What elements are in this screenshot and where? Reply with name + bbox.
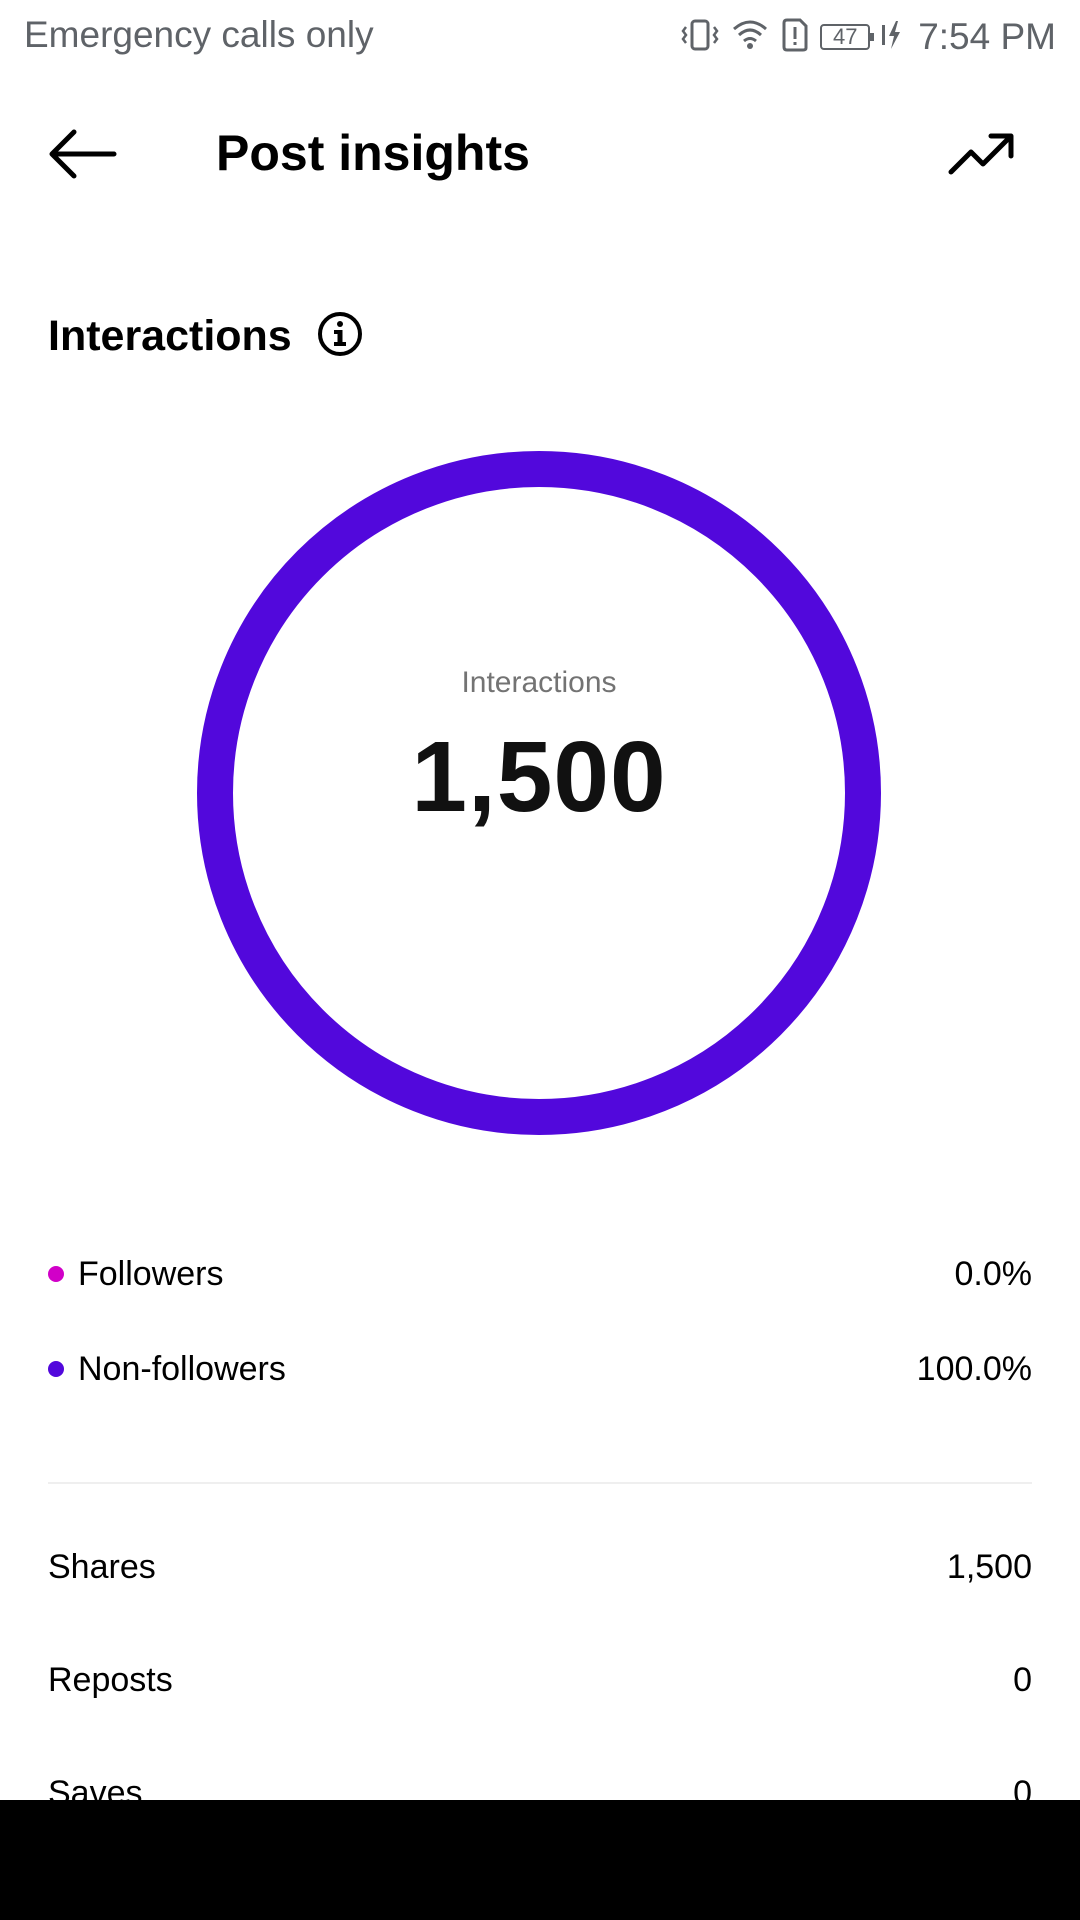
- system-navigation-bar: [0, 1800, 1080, 1920]
- back-button[interactable]: [44, 128, 120, 184]
- legend-label: Non-followers: [78, 1349, 286, 1388]
- legend-value: 0.0%: [954, 1254, 1033, 1293]
- donut-center: Interactions 1,500: [196, 450, 882, 1136]
- interactions-heading: Interactions: [48, 312, 364, 361]
- section-title: Interactions: [48, 312, 292, 360]
- vibrate-icon: [680, 17, 720, 58]
- app-header: Post insights: [0, 100, 1080, 212]
- legend-row-followers: Followers 0.0%: [48, 1244, 1032, 1304]
- info-icon: [316, 310, 364, 363]
- metric-value: 1,500: [946, 1547, 1032, 1586]
- status-icons: 47 7:54 PM: [680, 12, 1056, 62]
- legend-value: 100.0%: [916, 1349, 1032, 1388]
- wifi-icon: [730, 17, 770, 58]
- legend-dot: [48, 1266, 64, 1282]
- donut-center-label: Interactions: [461, 666, 617, 699]
- battery-icon: 47: [820, 24, 875, 50]
- info-button[interactable]: [316, 310, 364, 363]
- trending-up-icon: [947, 130, 1017, 183]
- page-title: Post insights: [216, 125, 530, 181]
- back-arrow-icon: [46, 129, 118, 184]
- metric-label: Shares: [48, 1547, 156, 1586]
- legend-dot: [48, 1361, 64, 1377]
- carrier-text: Emergency calls only: [24, 14, 374, 55]
- interactions-donut-chart: Interactions 1,500: [196, 450, 882, 1136]
- metric-row-shares: Shares 1,500: [48, 1537, 1032, 1597]
- legend-row-non-followers: Non-followers 100.0%: [48, 1339, 1032, 1399]
- trends-button[interactable]: [944, 128, 1020, 184]
- charging-icon: [880, 17, 904, 58]
- legend-label: Followers: [78, 1254, 224, 1293]
- metric-row-reposts: Reposts 0: [48, 1650, 1032, 1710]
- metric-value: 0: [1013, 1660, 1032, 1699]
- status-bar: Emergency calls only 47 7:54 PM: [0, 0, 1080, 74]
- sim-alert-icon: [780, 17, 810, 58]
- donut-center-value: 1,500: [411, 721, 667, 833]
- divider: [48, 1482, 1032, 1484]
- metric-label: Reposts: [48, 1660, 173, 1699]
- clock: 7:54 PM: [918, 16, 1056, 57]
